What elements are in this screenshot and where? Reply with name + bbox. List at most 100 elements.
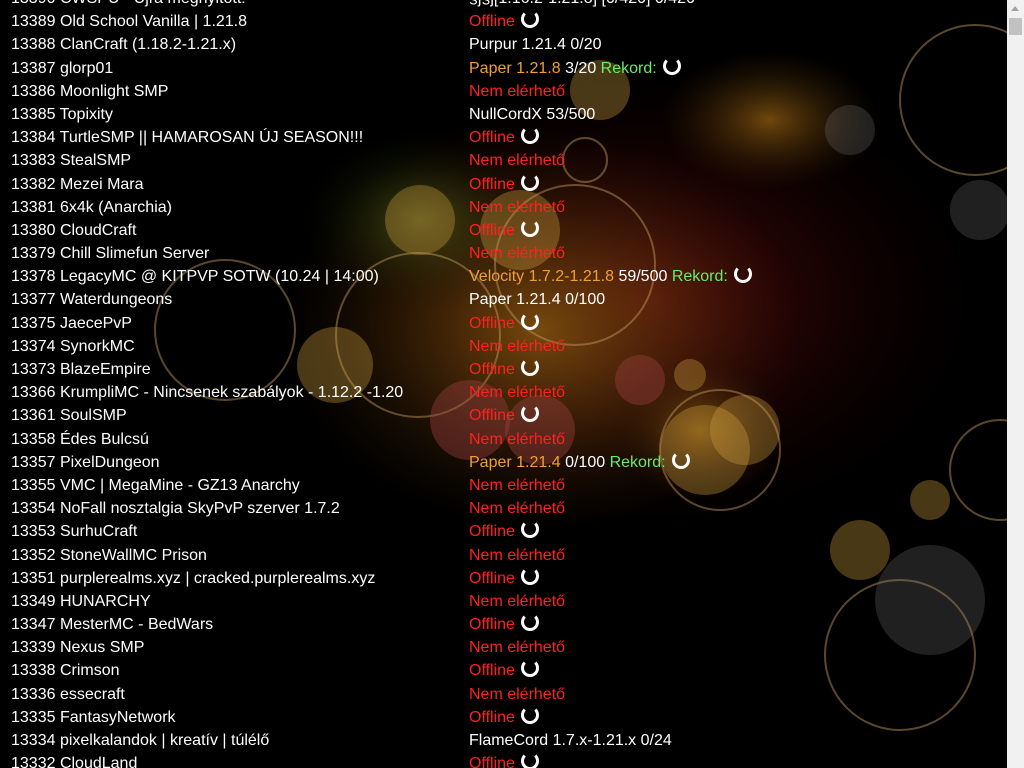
player-count: 0/100: [565, 291, 606, 309]
server-name-link[interactable]: 13358 Édes Bulcsú: [11, 428, 149, 451]
server-status: Nem elérhető: [469, 683, 565, 706]
server-row[interactable]: 13388 ClanCraft (1.18.2-1.21.x) Purpur 1.…: [0, 33, 1007, 56]
server-name-link[interactable]: 13389 Old School Vanilla | 1.21.8: [11, 10, 247, 33]
server-software: §j§j[1.16.2-1.21.8] [0/420]: [469, 0, 650, 7]
loading-spinner-icon: [733, 265, 752, 284]
server-row[interactable]: 13389 Old School Vanilla | 1.21.8 Offline: [0, 10, 1007, 33]
server-name-link[interactable]: 13336 essecraft: [11, 683, 125, 706]
server-name-link[interactable]: 13381 6x4k (Anarchia): [11, 196, 172, 219]
server-name-link[interactable]: 13334 pixelkalandok | kreatív | túlélő: [11, 729, 269, 752]
server-row[interactable]: 13379 Chill Slimefun Server Nem elérhető: [0, 242, 1007, 265]
server-name-link[interactable]: 13332 CloudLand: [11, 752, 137, 768]
loading-spinner-icon: [520, 10, 539, 29]
server-row[interactable]: 13374 SynorkMC Nem elérhető: [0, 335, 1007, 358]
server-row[interactable]: 13352 StoneWallMC Prison Nem elérhető: [0, 544, 1007, 567]
server-name-link[interactable]: 13354 NoFall nosztalgia SkyPvP szerver 1…: [11, 497, 340, 520]
server-software: Purpur 1.21.4: [469, 36, 566, 54]
server-name-link[interactable]: 13383 StealSMP: [11, 149, 131, 172]
loading-spinner-icon: [520, 126, 539, 145]
server-row[interactable]: 13380 CloudCraft Offline: [0, 218, 1007, 242]
loading-spinner-icon: [520, 358, 539, 376]
status-unreachable-text: Nem elérhető: [469, 685, 566, 703]
server-name-link[interactable]: 13349 HUNARCHY: [11, 590, 151, 613]
loading-spinner-icon: [520, 566, 539, 585]
server-row[interactable]: 13355 VMC | MegaMine - GZ13 Anarchy Nem e…: [0, 474, 1007, 497]
server-name-link[interactable]: 13378 LegacyMC @ KITPVP SOTW (10.24 | 14…: [11, 265, 379, 288]
server-row[interactable]: 13386 Moonlight SMP Nem elérhető: [0, 80, 1007, 103]
server-row[interactable]: 13378 LegacyMC @ KITPVP SOTW (10.24 | 14…: [0, 265, 1007, 288]
server-row[interactable]: 13373 BlazeEmpire Offline: [0, 358, 1007, 381]
server-name-link[interactable]: 13387 glorp01: [11, 57, 113, 80]
server-name-link[interactable]: 13355 VMC | MegaMine - GZ13 Anarchy: [11, 474, 300, 497]
server-row[interactable]: 13361 SoulSMP Offline: [0, 404, 1007, 427]
server-status: Nem elérhető: [469, 149, 565, 172]
server-row[interactable]: 13384 TurtleSMP || HAMAROSAN ÚJ SEASON!!…: [0, 126, 1007, 149]
server-status: Velocity 1.7.2-1.21.8 59/500 Rekord:: [469, 265, 752, 288]
loading-spinner-icon: [520, 705, 539, 724]
server-name-link[interactable]: 13357 PixelDungeon: [11, 451, 160, 474]
server-name-link[interactable]: 13351 purplerealms.xyz | cracked.purpler…: [11, 567, 375, 590]
status-offline-text: Offline: [469, 129, 515, 147]
server-name-link[interactable]: 13384 TurtleSMP || HAMAROSAN ÚJ SEASON!!…: [11, 126, 363, 149]
server-name-link[interactable]: 13377 Waterdungeons: [11, 288, 172, 311]
server-row[interactable]: 13382 Mezei Mara Offline: [0, 172, 1007, 196]
status-offline-text: Offline: [469, 569, 515, 587]
server-row[interactable]: 13353 SurhuCraft Offline: [0, 520, 1007, 543]
server-row[interactable]: 13349 HUNARCHY Nem elérhető: [0, 590, 1007, 613]
server-name-link[interactable]: 13380 CloudCraft: [11, 219, 136, 242]
server-status: Purpur 1.21.4 0/20: [469, 33, 602, 56]
server-status: Nem elérhető: [469, 242, 565, 265]
scrollbar-thumb[interactable]: [1009, 18, 1022, 35]
server-name-link[interactable]: 13382 Mezei Mara: [11, 173, 144, 196]
server-name-link[interactable]: 13390 CWSPU - Újra megnyitott!: [11, 0, 246, 10]
rekord-label: Rekord:: [671, 268, 728, 286]
server-row[interactable]: 13375 JaecePvP Offline: [0, 311, 1007, 335]
server-name-link[interactable]: 13374 SynorkMC: [11, 335, 135, 358]
server-row[interactable]: 13383 StealSMP Nem elérhető: [0, 149, 1007, 172]
server-status: Nem elérhető: [469, 590, 565, 613]
server-status: Offline: [469, 659, 539, 682]
server-name-link[interactable]: 13335 FantasyNetwork: [11, 706, 176, 729]
server-row[interactable]: 13358 Édes Bulcsú Nem elérhető: [0, 428, 1007, 451]
server-name-link[interactable]: 13339 Nexus SMP: [11, 636, 144, 659]
server-row[interactable]: 13335 FantasyNetwork Offline: [0, 705, 1007, 729]
server-row[interactable]: 13390 CWSPU - Újra megnyitott! §j§j[1.16.…: [0, 0, 1007, 10]
status-unreachable-text: Nem elérhető: [469, 639, 566, 657]
loading-spinner-icon: [520, 311, 539, 330]
server-name-link[interactable]: 13366 KrumpliMC - Nincsenek szabályok - …: [11, 381, 403, 404]
server-name-link[interactable]: 13375 JaecePvP: [11, 312, 132, 335]
server-name-link[interactable]: 13361 SoulSMP: [11, 404, 127, 427]
server-row[interactable]: 13354 NoFall nosztalgia SkyPvP szerver 1…: [0, 497, 1007, 520]
server-status: Nem elérhető: [469, 474, 565, 497]
server-row[interactable]: 13387 glorp01 Paper 1.21.8 3/20 Rekord:: [0, 56, 1007, 80]
server-name-link[interactable]: 13352 StoneWallMC Prison: [11, 544, 207, 567]
server-row[interactable]: 13381 6x4k (Anarchia) Nem elérhető: [0, 196, 1007, 219]
status-unreachable-text: Nem elérhető: [469, 546, 566, 564]
server-row[interactable]: 13357 PixelDungeon Paper 1.21.4 0/100 Rek…: [0, 450, 1007, 474]
server-row[interactable]: 13385 Topixity NullCordX 53/500: [0, 103, 1007, 126]
server-name-link[interactable]: 13379 Chill Slimefun Server: [11, 242, 209, 265]
server-row[interactable]: 13339 Nexus SMP Nem elérhető: [0, 636, 1007, 659]
server-software: Paper 1.21.4: [469, 453, 561, 471]
server-name-link[interactable]: 13353 SurhuCraft: [11, 520, 137, 543]
server-name-link[interactable]: 13388 ClanCraft (1.18.2-1.21.x): [11, 33, 236, 56]
server-row[interactable]: 13351 purplerealms.xyz | cracked.purpler…: [0, 566, 1007, 590]
status-unreachable-text: Nem elérhető: [469, 430, 566, 448]
server-name-link[interactable]: 13386 Moonlight SMP: [11, 80, 168, 103]
server-row[interactable]: 13377 Waterdungeons Paper 1.21.4 0/100: [0, 288, 1007, 311]
server-name-link[interactable]: 13373 BlazeEmpire: [11, 358, 151, 381]
status-unreachable-text: Nem elérhető: [469, 152, 566, 170]
server-row[interactable]: 13336 essecraft Nem elérhető: [0, 683, 1007, 706]
server-row[interactable]: 13332 CloudLand Offline: [0, 752, 1007, 768]
server-row[interactable]: 13366 KrumpliMC - Nincsenek szabályok - …: [0, 381, 1007, 404]
server-row[interactable]: 13334 pixelkalandok | kreatív | túlélő Fl…: [0, 729, 1007, 752]
server-row[interactable]: 13347 MesterMC - BedWars Offline: [0, 613, 1007, 636]
server-row[interactable]: 13338 Crimson Offline: [0, 659, 1007, 682]
server-name-link[interactable]: 13385 Topixity: [11, 103, 113, 126]
server-status: Nem elérhető: [469, 497, 565, 520]
scroll-up-arrow-icon[interactable]: [1007, 0, 1024, 17]
server-status: §j§j[1.16.2-1.21.8] [0/420] 0/420: [469, 0, 695, 10]
server-name-link[interactable]: 13338 Crimson: [11, 659, 120, 682]
server-name-link[interactable]: 13347 MesterMC - BedWars: [11, 613, 213, 636]
vertical-scrollbar[interactable]: [1007, 0, 1024, 768]
